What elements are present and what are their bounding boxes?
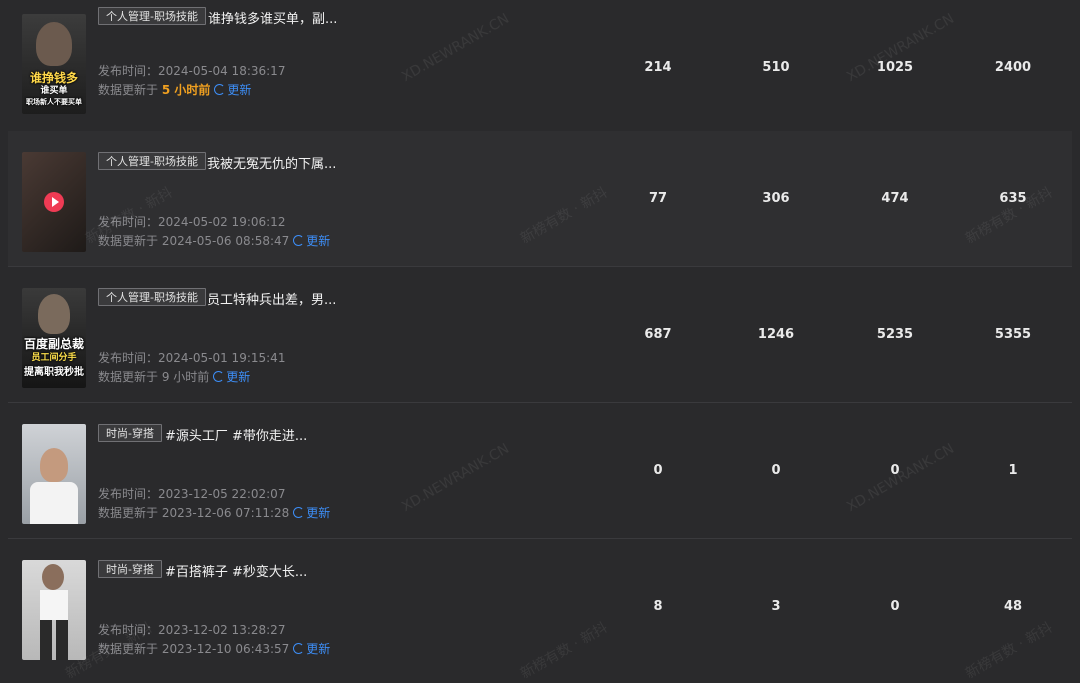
update-prefix: 数据更新于	[98, 234, 162, 248]
metric-value: 0	[771, 463, 781, 478]
update-prefix: 数据更新于	[98, 506, 162, 520]
refresh-icon	[293, 643, 305, 654]
publish-time: 发布时间：2024-05-02 19:06:12	[98, 215, 286, 229]
video-title[interactable]: 我被无冤无仇的下属...	[207, 153, 336, 172]
refresh-icon	[293, 507, 305, 518]
publish-time: 发布时间：2023-12-02 13:28:27	[98, 623, 286, 637]
metric-value: 1025	[876, 60, 914, 75]
refresh-label: 更新	[227, 83, 252, 97]
update-time: 9 小时前	[161, 370, 210, 384]
shirt-shape	[40, 590, 68, 620]
update-prefix: 数据更新于	[98, 83, 162, 97]
thumb-caption-line: 职场新人不要买单	[26, 98, 82, 106]
pants-leg	[40, 620, 52, 660]
update-info: 数据更新于 9 小时前 更新	[98, 368, 250, 385]
thumb-caption-line: 提离职我秒批	[24, 367, 84, 378]
metric-value: 48	[1003, 599, 1023, 614]
thumb-caption-line: 谁挣钱多	[29, 71, 78, 85]
refresh-icon	[293, 235, 305, 246]
metric-value: 1246	[757, 327, 795, 342]
video-thumbnail[interactable]: 百度副总裁 员工间分手 提离职我秒批	[22, 288, 86, 388]
table-row[interactable]: 时尚-穿搭 #百搭裤子 #秒变大长... 发布时间：2023-12-02 13:…	[8, 539, 1072, 675]
person-figure	[40, 448, 68, 482]
table-row[interactable]: 百度副总裁 员工间分手 提离职我秒批 个人管理-职场技能 员工特种兵出差，男..…	[8, 267, 1072, 403]
metric-value: 687	[644, 327, 672, 342]
category-tag: 时尚-穿搭	[98, 560, 162, 578]
publish-time: 发布时间：2023-12-05 22:02:07	[98, 487, 286, 501]
video-thumbnail[interactable]	[22, 424, 86, 524]
category-tag: 个人管理-职场技能	[98, 152, 206, 170]
publish-time: 发布时间：2024-05-04 18:36:17	[98, 64, 286, 78]
update-info: 数据更新于 2023-12-10 06:43:57 更新	[98, 640, 330, 657]
category-tag: 时尚-穿搭	[98, 424, 162, 442]
shirt-shape	[30, 482, 78, 524]
refresh-button[interactable]: 更新	[293, 642, 330, 656]
play-icon	[44, 192, 64, 212]
metric-value: 5355	[994, 327, 1032, 342]
metric-value: 5235	[876, 327, 914, 342]
update-time: 5 小时前	[161, 83, 211, 97]
metric-value: 0	[890, 599, 900, 614]
video-thumbnail[interactable]: 谁挣钱多 谁买单 职场新人不要买单	[22, 14, 86, 114]
update-info: 数据更新于 5 小时前 更新	[98, 81, 251, 98]
category-tag: 个人管理-职场技能	[98, 7, 206, 25]
refresh-button[interactable]: 更新	[214, 83, 251, 97]
table-row[interactable]: 时尚-穿搭 #源头工厂 #带你走进... 发布时间：2023-12-05 22:…	[8, 403, 1072, 539]
update-time: 2023-12-06 07:11:28	[161, 506, 290, 520]
metric-value: 2400	[994, 60, 1032, 75]
person-figure	[36, 22, 72, 66]
category-tag: 个人管理-职场技能	[98, 288, 206, 306]
video-title[interactable]: 谁挣钱多谁买单，副...	[208, 8, 337, 27]
video-title[interactable]: #百搭裤子 #秒变大长...	[165, 561, 307, 580]
metric-value: 3	[771, 599, 781, 614]
update-info: 数据更新于 2023-12-06 07:11:28 更新	[98, 504, 330, 521]
metric-value: 214	[644, 60, 672, 75]
video-thumbnail[interactable]	[22, 560, 86, 660]
refresh-button[interactable]: 更新	[213, 370, 250, 384]
metric-value: 635	[999, 191, 1027, 206]
update-prefix: 数据更新于	[98, 370, 162, 384]
person-figure	[38, 294, 70, 334]
refresh-label: 更新	[306, 234, 331, 248]
metric-value: 8	[653, 599, 663, 614]
metric-value: 510	[762, 60, 790, 75]
table-row[interactable]: 个人管理-职场技能 我被无冤无仇的下属... 发布时间：2024-05-02 1…	[8, 131, 1072, 267]
video-thumbnail[interactable]	[22, 152, 86, 252]
refresh-icon	[214, 84, 226, 95]
update-info: 数据更新于 2024-05-06 08:58:47 更新	[98, 232, 330, 249]
update-prefix: 数据更新于	[98, 642, 162, 656]
refresh-label: 更新	[226, 370, 251, 384]
person-figure	[42, 564, 64, 590]
pants-leg	[56, 620, 68, 660]
thumb-caption-line: 谁买单	[40, 86, 68, 96]
refresh-button[interactable]: 更新	[293, 506, 330, 520]
metric-value: 77	[648, 191, 668, 206]
refresh-label: 更新	[306, 506, 331, 520]
metric-value: 474	[881, 191, 909, 206]
refresh-label: 更新	[306, 642, 331, 656]
video-title[interactable]: 员工特种兵出差，男...	[207, 289, 336, 308]
metric-value: 306	[762, 191, 790, 206]
refresh-icon	[213, 371, 225, 382]
update-time: 2023-12-10 06:43:57	[161, 642, 290, 656]
video-title[interactable]: #源头工厂 #带你走进...	[165, 425, 307, 444]
table-row[interactable]: 谁挣钱多 谁买单 职场新人不要买单 个人管理-职场技能 谁挣钱多谁买单，副...…	[8, 0, 1072, 136]
metric-value: 0	[890, 463, 900, 478]
metric-value: 1	[1008, 463, 1018, 478]
thumb-caption-line: 百度副总裁	[23, 337, 84, 351]
update-time: 2024-05-06 08:58:47	[161, 234, 290, 248]
publish-time: 发布时间：2024-05-01 19:15:41	[98, 351, 286, 365]
metric-value: 0	[653, 463, 663, 478]
refresh-button[interactable]: 更新	[293, 234, 330, 248]
thumb-caption-line: 员工间分手	[31, 353, 77, 363]
